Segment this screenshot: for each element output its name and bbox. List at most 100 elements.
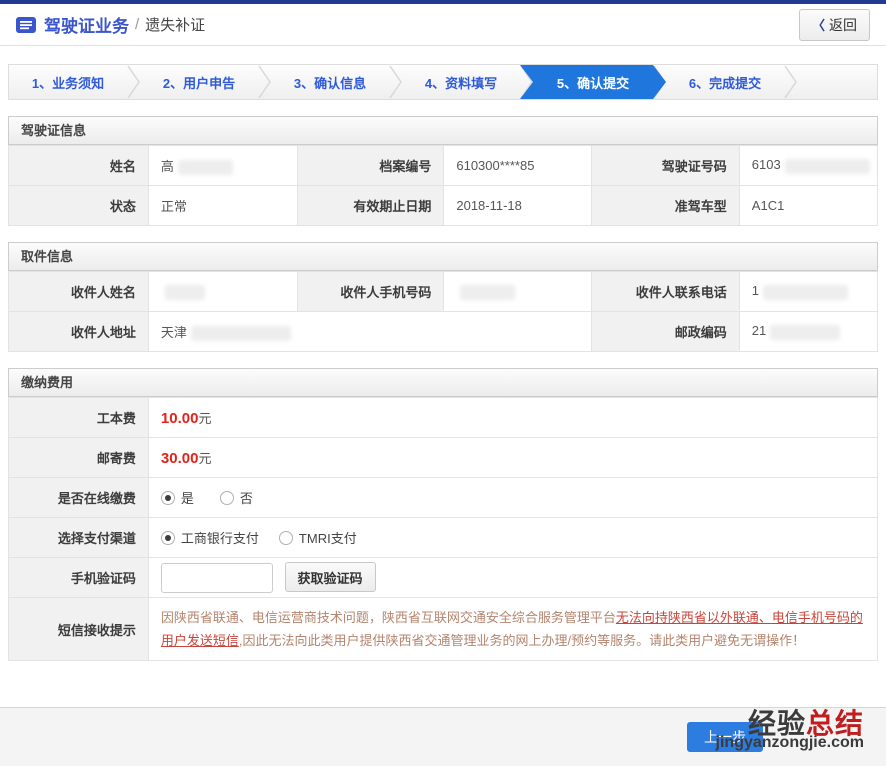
chevron-left-icon: 〈 — [812, 15, 825, 34]
radio-option-icbc[interactable]: 工商银行支付 — [161, 528, 259, 547]
status-label: 状态 — [9, 186, 149, 226]
mailing-fee-value: 30.00元 — [148, 438, 877, 478]
breadcrumb-divider: / — [135, 16, 139, 33]
table-row: 姓名 高 档案编号 610300****85 驾驶证号码 6103 — [9, 146, 878, 186]
production-fee-value: 10.00元 — [148, 398, 877, 438]
step-5-confirm-submit[interactable]: 5、确认提交 — [520, 65, 666, 99]
step-separator-icon — [127, 65, 140, 99]
expiry-date-label: 有效期止日期 — [297, 186, 444, 226]
recipient-name-value — [148, 272, 297, 312]
license-section-title: 驾驶证信息 — [8, 116, 878, 145]
breadcrumb-current: 遗失补证 — [145, 14, 205, 35]
pickup-section-title: 取件信息 — [8, 242, 878, 271]
recipient-phone-label: 收件人联系电话 — [592, 272, 740, 312]
recipient-mobile-value — [444, 272, 592, 312]
table-row: 是否在线缴费 是 否 — [9, 478, 878, 518]
back-button[interactable]: 〈 返回 — [799, 9, 870, 41]
radio-option-yes[interactable]: 是 — [161, 488, 194, 507]
page-title: 驾驶证业务 — [44, 12, 129, 37]
step-3-confirm-info[interactable]: 3、确认信息 — [271, 65, 389, 99]
license-business-icon — [16, 17, 36, 33]
payment-channel-label: 选择支付渠道 — [9, 518, 149, 558]
redacted-blur — [191, 326, 291, 341]
mailing-fee-label: 邮寄费 — [9, 438, 149, 478]
recipient-address-label: 收件人地址 — [9, 312, 149, 352]
step-wizard: 1、业务须知 2、用户申告 3、确认信息 4、资料填写 5、确认提交 6、完成提… — [8, 64, 878, 100]
status-value: 正常 — [148, 186, 297, 226]
vehicle-class-value: A1C1 — [739, 186, 877, 226]
sms-notice-label: 短信接收提示 — [9, 598, 149, 661]
name-value: 高 — [148, 146, 297, 186]
back-button-label: 返回 — [829, 15, 857, 35]
get-sms-code-button[interactable]: 获取验证码 — [285, 562, 376, 592]
table-row: 手机验证码 获取验证码 — [9, 558, 878, 598]
redacted-blur — [770, 325, 840, 340]
step-bar-filler — [797, 65, 877, 99]
sms-code-input[interactable] — [161, 563, 273, 593]
notice-part2: ,因此无法向此类用户提供陕西省交通管理业务的网上办理/预约等服务。请此类用户避免… — [239, 633, 805, 648]
sms-notice-text: 因陕西省联通、电信运营商技术问题，陕西省互联网交通安全综合服务管理平台无法向持陕… — [148, 598, 877, 661]
pickup-info-table: 收件人姓名 收件人手机号码 收件人联系电话 1 收件人地址 天津 邮政编码 21 — [8, 271, 878, 352]
fee-amount: 10.00 — [161, 410, 199, 427]
table-row: 选择支付渠道 工商银行支付 TMRI支付 — [9, 518, 878, 558]
footer-bar: 上一步 经验总结 jingyanzongjie.com — [0, 707, 886, 766]
step-2-user-declaration[interactable]: 2、用户申告 — [140, 65, 258, 99]
redacted-blur — [785, 159, 870, 174]
payment-table: 工本费 10.00元 邮寄费 30.00元 是否在线缴费 是 否 选择支付渠道 … — [8, 397, 878, 661]
redacted-blur — [165, 285, 205, 300]
radio-button-icon[interactable] — [161, 491, 175, 505]
recipient-name-label: 收件人姓名 — [9, 272, 149, 312]
radio-option-no[interactable]: 否 — [220, 488, 253, 507]
license-info-table: 姓名 高 档案编号 610300****85 驾驶证号码 6103 状态 正常 … — [8, 145, 878, 226]
notice-part1: 因陕西省联通、电信运营商技术问题，陕西省互联网交通安全综合服务管理平台 — [161, 610, 616, 625]
table-row: 收件人地址 天津 邮政编码 21 — [9, 312, 878, 352]
radio-label: 工商银行支付 — [181, 528, 259, 547]
step-separator-icon — [258, 65, 271, 99]
radio-label: 是 — [181, 488, 194, 507]
name-label: 姓名 — [9, 146, 149, 186]
previous-step-button[interactable]: 上一步 — [687, 722, 763, 752]
recipient-mobile-label: 收件人手机号码 — [297, 272, 444, 312]
redacted-blur — [460, 285, 515, 300]
radio-label: TMRI支付 — [299, 528, 357, 547]
payment-channel-options: 工商银行支付 TMRI支付 — [148, 518, 877, 558]
recipient-phone-value: 1 — [739, 272, 877, 312]
pickup-info-section: 取件信息 收件人姓名 收件人手机号码 收件人联系电话 1 收件人地址 天津 邮政… — [8, 242, 878, 352]
step-6-finish-submit[interactable]: 6、完成提交 — [666, 65, 784, 99]
radio-button-icon[interactable] — [220, 491, 234, 505]
file-number-value: 610300****85 — [444, 146, 592, 186]
postal-code-value: 21 — [739, 312, 877, 352]
table-row: 状态 正常 有效期止日期 2018-11-18 准驾车型 A1C1 — [9, 186, 878, 226]
vehicle-class-label: 准驾车型 — [592, 186, 740, 226]
expiry-date-value: 2018-11-18 — [444, 186, 592, 226]
online-payment-options: 是 否 — [148, 478, 877, 518]
production-fee-label: 工本费 — [9, 398, 149, 438]
watermark-text-red: 总结 — [806, 708, 864, 739]
fee-unit: 元 — [198, 451, 211, 466]
fee-amount: 30.00 — [161, 450, 199, 467]
license-info-section: 驾驶证信息 姓名 高 档案编号 610300****85 驾驶证号码 6103 … — [8, 116, 878, 226]
radio-label: 否 — [240, 488, 253, 507]
sms-code-label: 手机验证码 — [9, 558, 149, 598]
license-number-label: 驾驶证号码 — [592, 146, 740, 186]
page-header: 驾驶证业务 / 遗失补证 〈 返回 — [0, 4, 886, 46]
file-number-label: 档案编号 — [297, 146, 444, 186]
table-row: 邮寄费 30.00元 — [9, 438, 878, 478]
fee-unit: 元 — [198, 411, 211, 426]
step-separator-icon — [784, 65, 797, 99]
table-row: 收件人姓名 收件人手机号码 收件人联系电话 1 — [9, 272, 878, 312]
radio-button-icon[interactable] — [161, 531, 175, 545]
table-row: 工本费 10.00元 — [9, 398, 878, 438]
step-1-business-notice[interactable]: 1、业务须知 — [9, 65, 127, 99]
sms-code-field: 获取验证码 — [148, 558, 877, 598]
redacted-blur — [763, 285, 848, 300]
step-separator-icon — [389, 65, 402, 99]
online-payment-label: 是否在线缴费 — [9, 478, 149, 518]
step-4-fill-data[interactable]: 4、资料填写 — [402, 65, 520, 99]
radio-option-tmri[interactable]: TMRI支付 — [279, 528, 357, 547]
radio-button-icon[interactable] — [279, 531, 293, 545]
postal-code-label: 邮政编码 — [592, 312, 740, 352]
table-row: 短信接收提示 因陕西省联通、电信运营商技术问题，陕西省互联网交通安全综合服务管理… — [9, 598, 878, 661]
recipient-address-value: 天津 — [148, 312, 591, 352]
redacted-blur — [178, 160, 233, 175]
